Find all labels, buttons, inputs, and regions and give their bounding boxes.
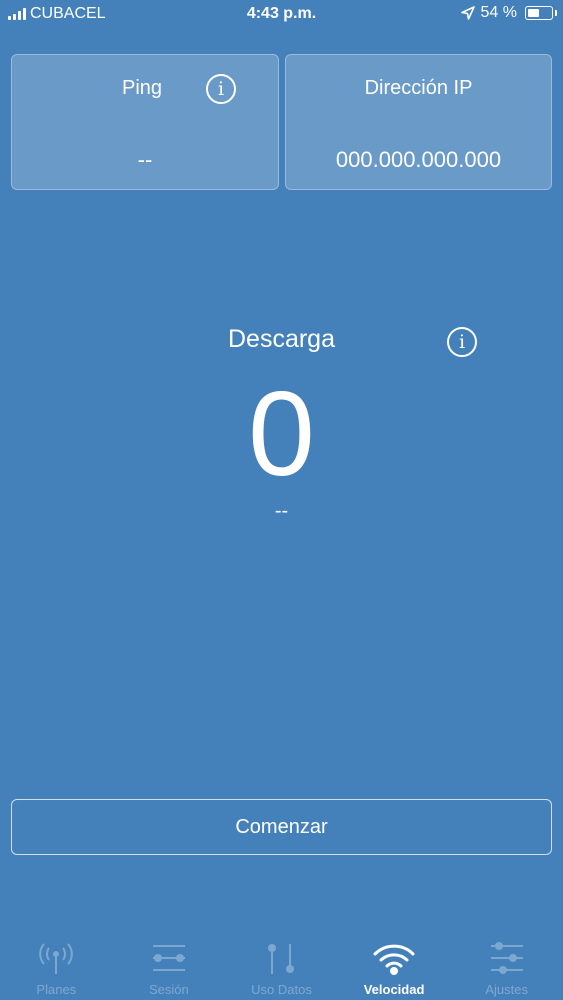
tab-bar: Planes Sesión Uso Datos Velocidad Ajuste… xyxy=(0,930,563,1000)
tab-planes[interactable]: Planes xyxy=(0,930,113,1000)
battery-percentage: 54 % xyxy=(480,4,517,21)
download-speed-value: 0 xyxy=(248,367,315,501)
wifi-icon xyxy=(373,944,415,975)
ping-card: Ping i -- xyxy=(11,54,279,190)
location-arrow-icon xyxy=(460,6,475,20)
battery-icon xyxy=(525,6,557,20)
tab-label-sesion: Sesión xyxy=(149,982,189,997)
tab-label-ajustes: Ajustes xyxy=(485,982,528,997)
battery-level-fill xyxy=(528,9,539,17)
tab-ajustes[interactable]: Ajustes xyxy=(450,930,563,1000)
ping-value: -- xyxy=(137,147,153,172)
antenna-icon xyxy=(39,943,74,974)
tab-label-velocidad: Velocidad xyxy=(363,982,425,997)
download-info-icon[interactable]: i xyxy=(447,327,477,357)
status-bar: CUBACEL 4:43 p.m. 54 % xyxy=(0,0,563,30)
download-speed-unit: -- xyxy=(274,500,289,522)
session-icon xyxy=(152,945,185,971)
ping-info-icon[interactable]: i xyxy=(206,74,236,104)
data-usage-icon xyxy=(268,944,295,974)
status-right-group: 54 % xyxy=(460,4,557,22)
tab-velocidad[interactable]: Velocidad xyxy=(338,930,451,1000)
tab-label-planes: Planes xyxy=(36,982,77,997)
battery-tip xyxy=(555,10,557,16)
ip-address-value: 000.000.000.000 xyxy=(335,147,502,172)
ip-address-card: Dirección IP 000.000.000.000 xyxy=(285,54,552,190)
tab-label-uso-datos: Uso Datos xyxy=(251,982,312,997)
start-test-button[interactable]: Comenzar xyxy=(11,799,552,855)
tab-sesion[interactable]: Sesión xyxy=(113,930,226,1000)
tab-uso-datos[interactable]: Uso Datos xyxy=(225,930,338,1000)
ip-address-title: Dirección IP xyxy=(364,77,473,99)
settings-sliders-icon xyxy=(490,942,523,974)
download-label: Descarga xyxy=(228,325,335,353)
